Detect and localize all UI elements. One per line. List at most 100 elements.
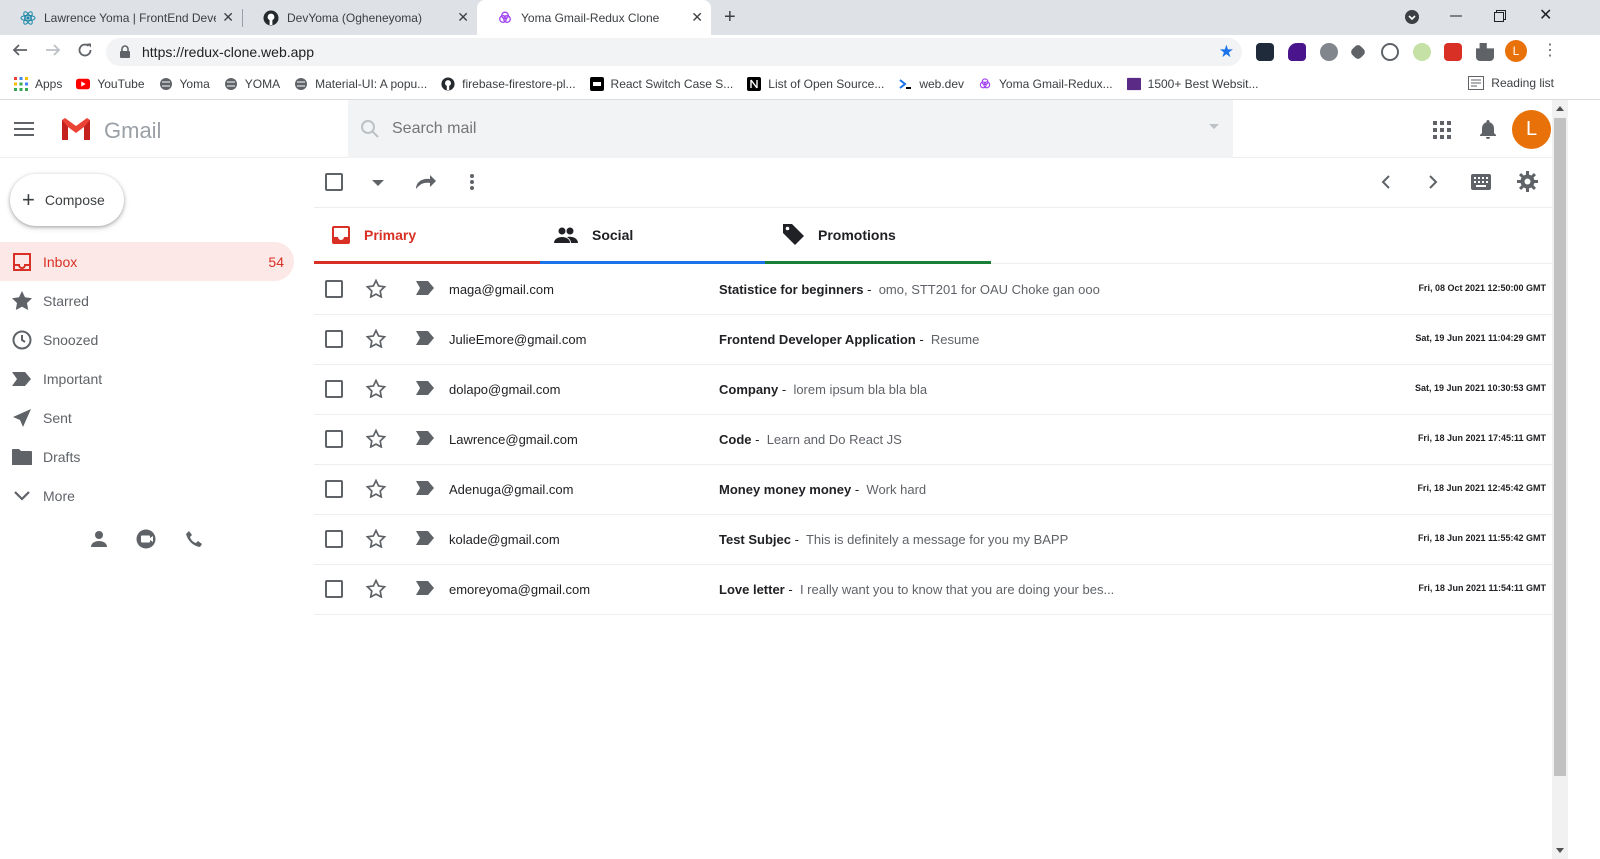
back-icon[interactable] — [12, 42, 28, 63]
notifications-bell-icon[interactable] — [1479, 119, 1497, 140]
main-menu-icon[interactable] — [14, 122, 34, 136]
email-row[interactable]: emoreyoma@gmail.com Love letter - I real… — [314, 565, 1552, 615]
bookmark-yoma-caps[interactable]: YOMA — [224, 77, 280, 91]
star-outline-icon[interactable] — [366, 279, 386, 298]
person-icon[interactable] — [90, 530, 108, 548]
bookmark-star-icon[interactable]: ★ — [1219, 42, 1234, 62]
google-apps-icon[interactable] — [1433, 121, 1451, 139]
email-row[interactable]: dolapo@gmail.com Company - lorem ipsum b… — [314, 365, 1552, 415]
close-tab-icon[interactable]: ✕ — [691, 9, 703, 26]
json-viewer-icon[interactable] — [1381, 43, 1399, 61]
color-picker-icon[interactable] — [1349, 43, 1367, 61]
minimize-button[interactable] — [1450, 6, 1462, 29]
phone-icon[interactable] — [185, 530, 204, 549]
refresh-icon[interactable] — [414, 173, 438, 191]
email-checkbox[interactable] — [325, 530, 343, 548]
search-input[interactable] — [392, 120, 1172, 138]
label-important-icon[interactable] — [416, 431, 434, 445]
email-row[interactable]: JulieEmore@gmail.com Frontend Developer … — [314, 315, 1552, 365]
sidebar-item-drafts[interactable]: Drafts — [0, 437, 294, 476]
browser-menu-icon[interactable]: ⋮ — [1542, 40, 1558, 60]
duo-video-icon[interactable] — [136, 529, 158, 549]
bookmark-open-source-list[interactable]: List of Open Source... — [747, 77, 884, 91]
bookmark-youtube[interactable]: YouTube — [76, 77, 145, 91]
select-dropdown-icon[interactable] — [372, 180, 384, 186]
bookmark-yoma[interactable]: Yoma — [159, 77, 210, 91]
email-row[interactable]: kolade@gmail.com Test Subjec - This is d… — [314, 515, 1552, 565]
compose-button[interactable]: + Compose — [10, 174, 124, 226]
star-outline-icon[interactable] — [366, 329, 386, 348]
react-devtools-icon[interactable] — [1256, 43, 1274, 61]
tab-social[interactable]: Social — [540, 208, 766, 264]
label-important-icon[interactable] — [416, 581, 434, 595]
bookmark-react-switch[interactable]: React Switch Case S... — [589, 77, 733, 91]
browser-profile-avatar[interactable]: L — [1505, 40, 1527, 62]
label-important-icon[interactable] — [416, 281, 434, 295]
lighthouse-icon[interactable] — [1413, 43, 1431, 61]
search-icon[interactable] — [360, 119, 380, 139]
bookmark-webdev[interactable]: web.dev — [898, 77, 964, 91]
new-tab-button[interactable]: + — [724, 6, 736, 29]
sidebar-item-sent[interactable]: Sent — [0, 398, 294, 437]
label-important-icon[interactable] — [416, 381, 434, 395]
chevron-left-icon[interactable] — [1381, 175, 1391, 189]
sidebar-item-starred[interactable]: Starred — [0, 281, 294, 320]
sidebar-item-more[interactable]: More — [0, 476, 294, 515]
email-checkbox[interactable] — [325, 580, 343, 598]
email-row[interactable]: Lawrence@gmail.com Code - Learn and Do R… — [314, 415, 1552, 465]
browser-tab-gmail-clone[interactable]: Yoma Gmail-Redux Clone ✕ — [477, 0, 711, 35]
email-checkbox[interactable] — [325, 480, 343, 498]
page-scrollbar[interactable] — [1552, 100, 1568, 859]
star-outline-icon[interactable] — [366, 579, 386, 598]
bookmark-best-websites[interactable]: 1500+ Best Websit... — [1126, 77, 1258, 91]
label-important-icon[interactable] — [416, 531, 434, 545]
gmail-logo-icon[interactable] — [60, 116, 92, 142]
close-tab-icon[interactable]: ✕ — [222, 9, 234, 26]
tab-primary[interactable]: Primary — [314, 208, 540, 264]
reading-list-button[interactable]: Reading list — [1468, 76, 1554, 90]
keyboard-icon[interactable] — [1471, 174, 1491, 190]
scroll-down-icon[interactable] — [1556, 848, 1564, 853]
bookmark-material-ui[interactable]: Material-UI: A popu... — [294, 77, 427, 91]
bug-icon[interactable] — [1320, 43, 1338, 61]
sidebar-item-important[interactable]: Important — [0, 359, 294, 398]
star-outline-icon[interactable] — [366, 379, 386, 398]
restore-button[interactable] — [1494, 9, 1506, 25]
reload-icon[interactable] — [77, 42, 93, 63]
chevron-right-icon[interactable] — [1428, 175, 1438, 189]
search-options-icon[interactable] — [1209, 124, 1219, 129]
tab-promotions[interactable]: Promotions — [765, 208, 991, 264]
star-outline-icon[interactable] — [366, 529, 386, 548]
extensions-puzzle-icon[interactable] — [1476, 43, 1494, 61]
label-important-icon[interactable] — [416, 481, 434, 495]
email-row[interactable]: maga@gmail.com Statistice for beginners … — [314, 265, 1552, 315]
browser-tab-portfolio[interactable]: Lawrence Yoma | FrontEnd Devel ✕ — [0, 0, 242, 35]
email-checkbox[interactable] — [325, 380, 343, 398]
account-avatar[interactable]: L — [1512, 110, 1551, 149]
bookmark-firebase-firestore[interactable]: firebase-firestore-pl... — [441, 77, 576, 91]
settings-gear-icon[interactable] — [1517, 171, 1538, 192]
bookmark-yoma-gmail-redux[interactable]: Yoma Gmail-Redux... — [978, 77, 1113, 91]
tab-search-icon[interactable] — [1404, 9, 1420, 28]
calendar-extension-icon[interactable] — [1444, 43, 1462, 61]
browser-tab-github[interactable]: DevYoma (Ogheneyoma) ✕ — [243, 0, 477, 35]
sidebar-item-inbox[interactable]: Inbox 54 — [0, 242, 294, 281]
star-outline-icon[interactable] — [366, 479, 386, 498]
scrollbar-thumb[interactable] — [1554, 118, 1566, 776]
address-bar[interactable]: https://redux-clone.web.app ★ — [106, 38, 1242, 66]
bookmark-apps[interactable]: Apps — [14, 77, 62, 91]
email-checkbox[interactable] — [325, 430, 343, 448]
close-window-button[interactable]: ✕ — [1539, 5, 1552, 25]
sidebar-item-snoozed[interactable]: Snoozed — [0, 320, 294, 359]
label-important-icon[interactable] — [416, 331, 434, 345]
email-checkbox[interactable] — [325, 280, 343, 298]
extension-badge-icon[interactable] — [1288, 43, 1306, 61]
email-checkbox[interactable] — [325, 330, 343, 348]
scroll-up-icon[interactable] — [1556, 106, 1564, 111]
email-row[interactable]: Adenuga@gmail.com Money money money - Wo… — [314, 465, 1552, 515]
close-tab-icon[interactable]: ✕ — [457, 9, 469, 26]
forward-icon[interactable] — [45, 42, 61, 63]
star-outline-icon[interactable] — [366, 429, 386, 448]
select-all-checkbox[interactable] — [325, 173, 343, 191]
more-vert-icon[interactable] — [469, 173, 475, 191]
